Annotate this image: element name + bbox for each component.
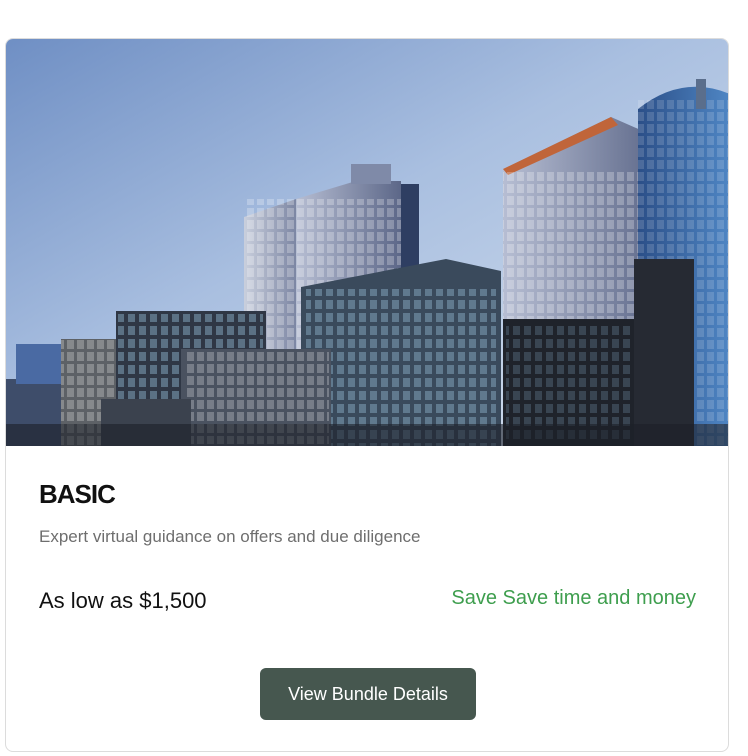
bundle-title: BASIC (39, 479, 116, 509)
bundle-description: Expert virtual guidance on offers and du… (39, 527, 421, 546)
view-bundle-details-button[interactable]: View Bundle Details (260, 668, 476, 720)
bundle-card: BASIC Expert virtual guidance on offers … (5, 38, 729, 752)
skyline-image (6, 39, 728, 446)
savings-text: Save Save time and money (451, 587, 696, 609)
bundle-price: As low as $1,500 (39, 588, 207, 613)
